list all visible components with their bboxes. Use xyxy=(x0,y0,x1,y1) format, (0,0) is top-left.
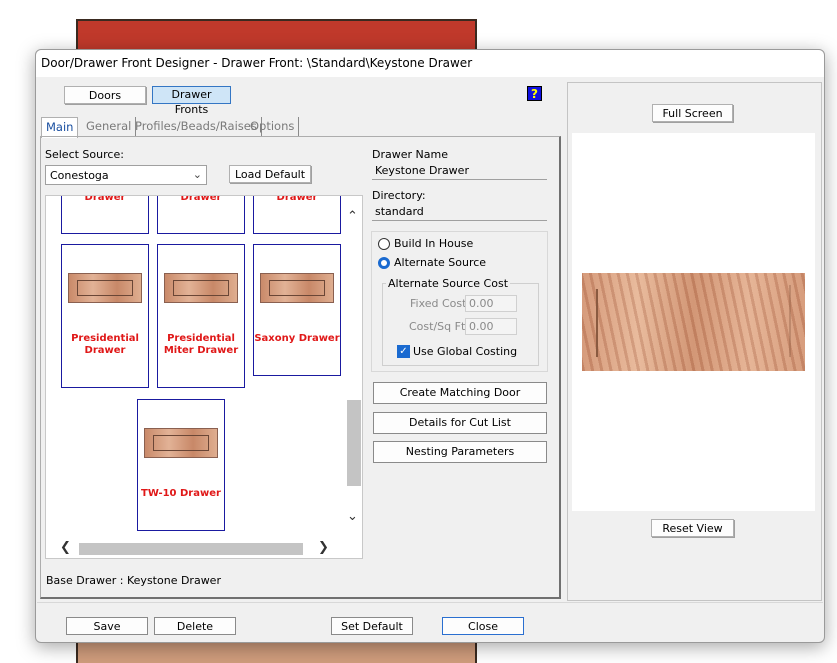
chevron-down-icon[interactable]: ⌄ xyxy=(347,509,358,524)
help-icon[interactable]: ? xyxy=(527,86,542,101)
drawer-thumbnail xyxy=(260,273,334,303)
create-matching-door-button[interactable]: Create Matching Door xyxy=(373,382,547,404)
cost-sqft-label: Cost/Sq Ft xyxy=(409,320,466,333)
drawer-fronts-button[interactable]: Drawer Fronts xyxy=(152,86,231,116)
gallery-card[interactable]: Drawer xyxy=(61,195,149,234)
nesting-parameters-button[interactable]: Nesting Parameters xyxy=(373,441,547,463)
doors-button[interactable]: Doors xyxy=(64,86,146,104)
alternate-source-label: Alternate Source xyxy=(394,256,487,269)
drawer-name-label: Drawer Name xyxy=(372,148,448,161)
build-in-house-label: Build In House xyxy=(394,237,474,250)
fixed-cost-label: Fixed Cost xyxy=(410,297,467,310)
scrollbar-thumb[interactable] xyxy=(347,400,361,486)
footer-divider xyxy=(37,602,823,603)
background-cabinet-top xyxy=(76,19,477,52)
gallery-card[interactable]: Drawer xyxy=(157,195,245,234)
full-screen-button[interactable]: Full Screen xyxy=(652,104,733,122)
card-title: Drawer xyxy=(84,195,126,203)
drawer-thumbnail xyxy=(68,273,142,303)
drawer-thumbnail xyxy=(144,428,218,458)
drawer-thumbnail xyxy=(164,273,238,303)
alternate-source-radio[interactable] xyxy=(378,257,390,269)
chevron-right-icon[interactable]: ❯ xyxy=(318,540,329,555)
base-drawer-label: Base Drawer : Keystone Drawer xyxy=(46,574,221,587)
card-title: Presidential Drawer xyxy=(71,333,139,356)
reset-view-button[interactable]: Reset View xyxy=(651,519,734,537)
card-title: Presidential Miter Drawer xyxy=(163,333,239,356)
gallery-card[interactable]: Saxony Drawer xyxy=(253,244,341,376)
drawer-name-field[interactable]: Keystone Drawer xyxy=(372,162,547,180)
tab-main[interactable]: Main xyxy=(41,117,79,138)
build-in-house-radio[interactable] xyxy=(378,238,390,250)
use-global-costing-label: Use Global Costing xyxy=(413,345,518,358)
tab-options[interactable]: Options xyxy=(246,117,300,137)
use-global-costing-checkbox[interactable]: ✓ xyxy=(397,345,410,358)
delete-button[interactable]: Delete xyxy=(154,617,236,635)
card-title: Saxony Drawer xyxy=(254,333,340,344)
gallery-card[interactable]: TW-10 Drawer xyxy=(137,399,225,531)
fixed-cost-input[interactable]: 0.00 xyxy=(465,295,517,312)
directory-label: Directory: xyxy=(372,189,426,202)
card-title: Drawer xyxy=(276,195,318,203)
select-source-label: Select Source: xyxy=(45,148,124,161)
close-button[interactable]: Close xyxy=(442,617,524,635)
gallery-card[interactable]: Drawer xyxy=(253,195,341,234)
drawer-preview-image xyxy=(582,273,805,371)
save-button[interactable]: Save xyxy=(66,617,148,635)
load-default-button[interactable]: Load Default xyxy=(229,165,311,183)
tab-general[interactable]: General xyxy=(82,117,137,137)
window-title: Door/Drawer Front Designer - Drawer Fron… xyxy=(36,50,824,77)
chevron-left-icon[interactable]: ❮ xyxy=(60,540,71,555)
source-select[interactable]: Conestoga ⌄ xyxy=(45,165,207,185)
source-select-value: Conestoga xyxy=(50,169,109,182)
scrollbar-thumb[interactable] xyxy=(79,543,303,555)
card-title: Drawer xyxy=(180,195,222,203)
chevron-up-icon[interactable]: ⌃ xyxy=(347,209,358,224)
gallery-card[interactable]: Presidential Drawer xyxy=(61,244,149,388)
cost-sqft-input[interactable]: 0.00 xyxy=(465,318,517,335)
chevron-down-icon: ⌄ xyxy=(192,168,202,181)
set-default-button[interactable]: Set Default xyxy=(331,617,413,635)
gallery-vertical-scrollbar[interactable]: ⌃ ⌄ xyxy=(345,195,361,540)
drawer-gallery: Drawer Drawer Drawer Presidential Drawer… xyxy=(45,195,363,559)
card-title: TW-10 Drawer xyxy=(141,488,221,499)
gallery-horizontal-scrollbar[interactable]: ❮ ❯ xyxy=(45,540,345,557)
directory-field[interactable]: standard xyxy=(372,203,547,221)
background-cabinet-bottom xyxy=(76,642,477,663)
gallery-card[interactable]: Presidential Miter Drawer xyxy=(157,244,245,388)
tab-profiles-beads-raises[interactable]: Profiles/Beads/Raises xyxy=(131,117,262,137)
details-cut-list-button[interactable]: Details for Cut List xyxy=(373,412,547,434)
alternate-source-cost-label: Alternate Source Cost xyxy=(386,277,511,290)
